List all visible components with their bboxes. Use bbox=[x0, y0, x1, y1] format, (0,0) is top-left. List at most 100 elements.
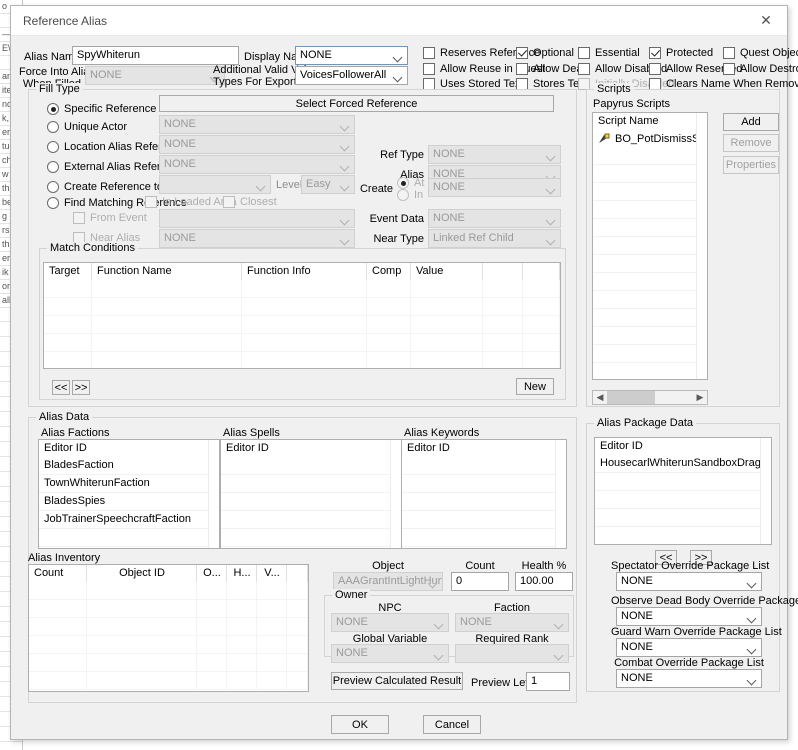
column-header[interactable] bbox=[287, 565, 308, 582]
list-item[interactable] bbox=[593, 327, 707, 345]
script-properties-button[interactable]: Properties bbox=[723, 156, 779, 174]
list-item[interactable] bbox=[593, 345, 707, 363]
table-row[interactable] bbox=[29, 618, 308, 636]
list-item[interactable] bbox=[221, 529, 401, 547]
list-item[interactable] bbox=[593, 147, 707, 165]
count-input[interactable]: 0 bbox=[451, 572, 509, 591]
scripts-vertical-scrollbar[interactable] bbox=[696, 113, 707, 379]
flag-checkbox-protected[interactable]: Protected bbox=[649, 47, 713, 59]
list-item[interactable] bbox=[221, 547, 401, 548]
column-header[interactable]: H... bbox=[227, 565, 257, 582]
from-event-checkbox[interactable]: From Event bbox=[73, 212, 147, 224]
list-item[interactable] bbox=[593, 273, 707, 291]
list-item[interactable]: JobTrainerSpeechcraftFaction bbox=[39, 511, 219, 529]
create-reference-object-combo[interactable] bbox=[159, 175, 271, 194]
list-item[interactable] bbox=[593, 309, 707, 327]
create-target-combo[interactable]: NONE bbox=[428, 178, 561, 197]
list-item[interactable] bbox=[593, 165, 707, 183]
alias-name-input[interactable]: SpyWhiterun bbox=[72, 46, 239, 65]
scripts-horizontal-scrollbar[interactable]: ◀ ▶ bbox=[592, 390, 708, 405]
list-item[interactable] bbox=[221, 475, 401, 493]
override-combo-0[interactable]: NONE bbox=[616, 572, 762, 591]
column-header[interactable] bbox=[483, 263, 523, 280]
required-rank-combo[interactable] bbox=[455, 644, 569, 663]
list-item[interactable] bbox=[221, 493, 401, 511]
package-data-scrollbar[interactable] bbox=[760, 438, 771, 544]
global-variable-combo[interactable]: NONE bbox=[331, 644, 449, 663]
table-row[interactable] bbox=[44, 298, 560, 316]
list-item[interactable] bbox=[595, 527, 771, 544]
column-header[interactable]: Function Info bbox=[242, 263, 367, 280]
list-item[interactable] bbox=[402, 475, 566, 493]
scripts-scroll-thumb[interactable] bbox=[607, 391, 655, 404]
list-item[interactable]: HousecarlWhiterunSandboxDragonsreach bbox=[595, 455, 771, 473]
location-alias-combo[interactable]: NONE bbox=[159, 135, 355, 154]
column-header[interactable]: Function Name bbox=[92, 263, 242, 280]
table-row[interactable] bbox=[44, 334, 560, 352]
list-item[interactable] bbox=[402, 511, 566, 529]
preview-calculated-result-button[interactable]: Preview Calculated Result bbox=[331, 672, 463, 690]
list-item[interactable] bbox=[221, 511, 401, 529]
force-into-alias-combo[interactable]: NONE bbox=[85, 66, 225, 85]
script-remove-button[interactable]: Remove bbox=[723, 134, 779, 152]
list-item[interactable] bbox=[595, 491, 771, 509]
close-icon[interactable]: ✕ bbox=[745, 6, 787, 35]
table-row[interactable] bbox=[29, 600, 308, 618]
table-row[interactable] bbox=[44, 316, 560, 334]
unique-actor-combo[interactable]: NONE bbox=[159, 115, 355, 134]
create-in-radio[interactable]: In bbox=[397, 189, 423, 201]
chevron-right-icon[interactable]: ▶ bbox=[693, 391, 707, 404]
list-item[interactable] bbox=[593, 255, 707, 273]
alias-spells-list[interactable]: Editor ID bbox=[220, 439, 402, 549]
health-input[interactable]: 100.00 bbox=[515, 572, 573, 591]
alias-keywords-scrollbar[interactable] bbox=[555, 440, 566, 548]
list-item[interactable]: BladesFaction bbox=[39, 457, 219, 475]
list-item[interactable] bbox=[221, 457, 401, 475]
alias-spells-scrollbar[interactable] bbox=[390, 440, 401, 548]
cancel-button[interactable]: Cancel bbox=[423, 715, 481, 734]
alias-factions-list[interactable]: Editor ID BladesFaction TownWhiterunFacti… bbox=[38, 439, 220, 549]
voice-types-combo[interactable]: VoicesFollowerAll bbox=[295, 66, 408, 85]
column-header[interactable]: Target bbox=[44, 263, 92, 280]
column-header[interactable]: Value bbox=[411, 263, 483, 280]
table-row[interactable] bbox=[44, 280, 560, 298]
alias-keywords-list[interactable]: Editor ID bbox=[401, 439, 567, 549]
script-add-button[interactable]: Add bbox=[723, 113, 779, 131]
column-header[interactable] bbox=[523, 263, 560, 280]
list-item[interactable] bbox=[593, 237, 707, 255]
preview-level-input[interactable]: 1 bbox=[526, 672, 570, 691]
list-item[interactable] bbox=[402, 547, 566, 548]
flag-checkbox-optional[interactable]: Optional bbox=[516, 47, 574, 59]
alias-factions-scrollbar[interactable] bbox=[208, 440, 219, 548]
flag-checkbox-quest-object[interactable]: Quest Object bbox=[723, 47, 798, 59]
match-conditions-table[interactable]: Target Function Name Function Info Comp Valu… bbox=[43, 262, 561, 369]
list-item[interactable] bbox=[39, 547, 219, 548]
event-data-combo[interactable]: NONE bbox=[428, 209, 561, 228]
list-item[interactable] bbox=[402, 529, 566, 547]
flag-checkbox-essential[interactable]: Essential bbox=[578, 47, 640, 59]
from-event-combo[interactable] bbox=[159, 209, 355, 228]
list-item[interactable] bbox=[593, 183, 707, 201]
display-name-combo[interactable]: NONE bbox=[295, 46, 408, 65]
column-header[interactable]: O... bbox=[197, 565, 227, 582]
column-header[interactable]: Comp bbox=[367, 263, 411, 280]
ref-type-combo[interactable]: NONE bbox=[428, 145, 561, 164]
near-type-combo[interactable]: Linked Ref Child bbox=[428, 229, 561, 248]
match-conditions-next-button[interactable]: >> bbox=[72, 380, 90, 395]
select-forced-reference-button[interactable]: Select Forced Reference bbox=[159, 95, 554, 112]
override-combo-2[interactable]: NONE bbox=[616, 638, 762, 657]
column-header[interactable]: Count bbox=[29, 565, 87, 582]
list-item[interactable] bbox=[402, 457, 566, 475]
faction-combo[interactable]: NONE bbox=[455, 613, 569, 632]
match-conditions-prev-button[interactable]: << bbox=[52, 380, 70, 395]
closest-checkbox[interactable]: Closest bbox=[223, 196, 277, 208]
table-row[interactable] bbox=[29, 654, 308, 672]
ok-button[interactable]: OK bbox=[331, 715, 389, 734]
fill-type-radio-specific-reference[interactable]: Specific Reference bbox=[47, 103, 156, 115]
fill-type-radio-unique-actor[interactable]: Unique Actor bbox=[47, 121, 127, 133]
list-item[interactable] bbox=[39, 529, 219, 547]
table-row[interactable] bbox=[29, 636, 308, 654]
list-item[interactable]: BO_PotDismissSpyScript bbox=[593, 130, 707, 147]
flag-checkbox-allow-destroyed[interactable]: Allow Destroyed bbox=[723, 63, 798, 75]
column-header[interactable]: V... bbox=[257, 565, 287, 582]
